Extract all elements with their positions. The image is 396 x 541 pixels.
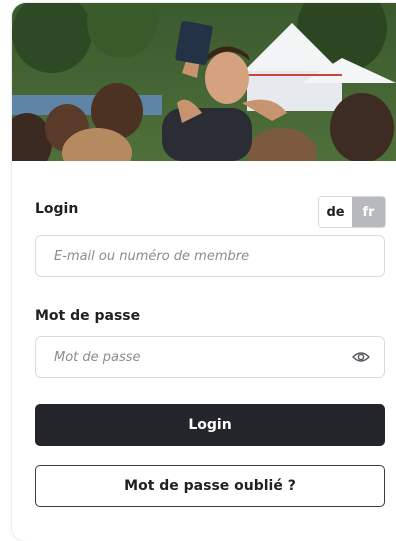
password-input[interactable] xyxy=(36,337,384,377)
login-card: Login de fr Mot de passe Login Mot de pa… xyxy=(12,3,396,541)
login-button[interactable]: Login xyxy=(35,404,385,446)
language-option-fr[interactable]: fr xyxy=(352,197,385,227)
login-field xyxy=(35,235,385,277)
login-label: Login xyxy=(35,201,79,217)
hero-photo xyxy=(12,3,396,161)
language-switch: de fr xyxy=(318,196,386,228)
forgot-password-button[interactable]: Mot de passe oublié ? xyxy=(35,465,385,507)
password-field xyxy=(35,336,385,378)
language-option-de[interactable]: de xyxy=(319,197,352,227)
login-input[interactable] xyxy=(36,236,384,276)
password-label: Mot de passe xyxy=(35,308,141,324)
eye-icon[interactable] xyxy=(352,350,370,364)
hero-illustration xyxy=(12,3,396,161)
